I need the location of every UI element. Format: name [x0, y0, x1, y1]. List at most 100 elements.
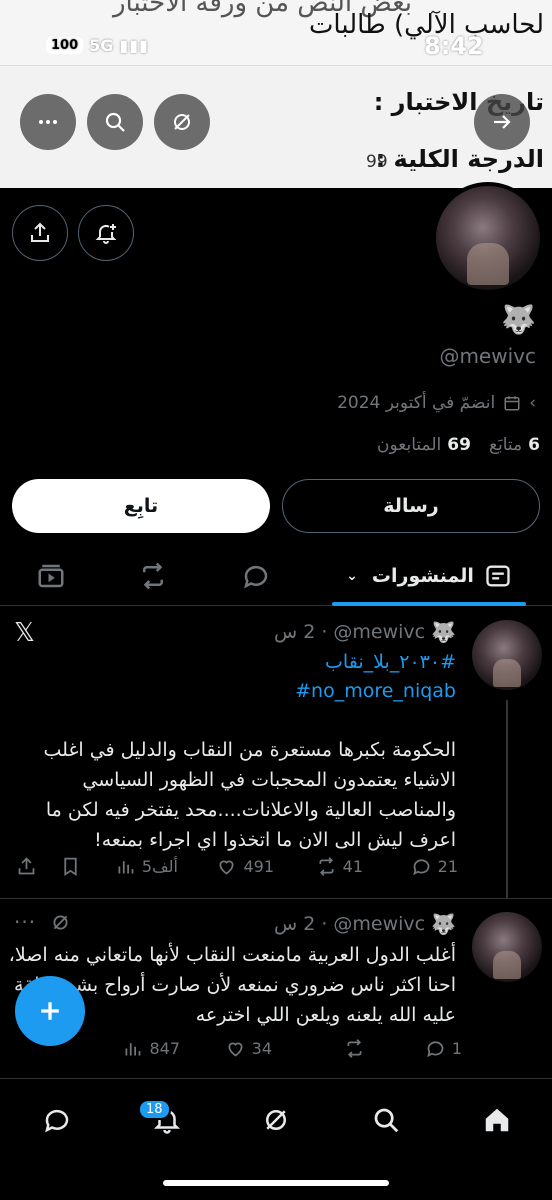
dot-separator: · — [321, 913, 328, 935]
tab-posts[interactable]: المنشورات ⌄ — [332, 545, 526, 606]
more-options-button[interactable] — [20, 94, 76, 150]
video-icon — [38, 564, 64, 588]
grok-icon — [174, 114, 190, 130]
comment-icon — [412, 859, 429, 876]
post-header: 🐺 @mewivc · 2 س — [274, 620, 456, 644]
dot-separator: · — [321, 621, 328, 643]
repost-button[interactable]: 41 — [316, 856, 363, 877]
hashtag-link[interactable]: #no_more_niqab — [295, 680, 456, 702]
chevron-down-icon[interactable]: ⌄ — [346, 568, 358, 584]
grok-explain-button[interactable] — [50, 912, 71, 933]
like-button[interactable]: 491 — [216, 856, 274, 877]
follow-button[interactable]: تابِع — [12, 479, 270, 533]
battery-indicator: 100 — [46, 37, 84, 54]
repost-icon — [347, 1039, 362, 1058]
views-icon — [118, 861, 134, 874]
grok-icon — [53, 915, 68, 930]
home-indicator — [163, 1180, 389, 1186]
tab-replies[interactable] — [241, 561, 271, 591]
share-icon — [31, 222, 49, 242]
post-divider — [0, 898, 552, 899]
signal-icon: ▮▮▮ — [119, 36, 149, 55]
post-author-emoji: 🐺 — [431, 912, 456, 936]
more-dots-icon[interactable]: ··· — [14, 910, 36, 934]
status-time: 8:42 — [424, 32, 484, 60]
notifications-badge: 18 — [138, 1099, 171, 1120]
nav-messages[interactable] — [42, 1105, 72, 1135]
views-button[interactable]: 847 — [122, 1038, 180, 1059]
views-count: 5ألف — [141, 857, 178, 876]
home-icon — [485, 1108, 509, 1132]
heart-icon — [228, 1042, 243, 1057]
like-count: 491 — [243, 857, 274, 876]
grok-button[interactable] — [154, 94, 210, 150]
joined-date: › انضمّ في أكتوبر 2024 — [337, 393, 536, 413]
repost-count: 41 — [342, 857, 363, 876]
repost-button[interactable] — [344, 1038, 365, 1059]
post-author-handle[interactable]: @mewivc — [333, 621, 425, 643]
post-header: 🐺 @mewivc · 2 س — [274, 912, 456, 936]
hashtag-link[interactable]: #٢٠٣٠_بلا_نقاب — [325, 651, 456, 673]
reply-button[interactable]: 1 — [425, 1038, 462, 1059]
arrow-right-icon — [494, 115, 511, 129]
search-icon — [105, 112, 125, 132]
grok-icon — [266, 1110, 286, 1130]
like-button[interactable]: 34 — [225, 1038, 272, 1059]
post-avatar[interactable] — [472, 620, 542, 690]
post-author-handle[interactable]: @mewivc — [333, 913, 425, 935]
chevron-right-icon: › — [529, 393, 536, 413]
more-dots-icon — [39, 120, 57, 124]
notify-subscribe-button[interactable] — [78, 205, 134, 261]
reply-button[interactable]: 21 — [411, 856, 458, 877]
status-indicators: 100 5G ▮▮▮ — [46, 36, 149, 55]
post-time: 2 س — [274, 913, 316, 935]
following-stat[interactable]: 6متابَع — [489, 435, 540, 455]
share-profile-button[interactable] — [12, 205, 68, 261]
reply-count: 1 — [451, 1039, 462, 1058]
profile-banner: بعض النص من ورقة الاختبار لحاسب الآلي) ط… — [0, 0, 552, 188]
profile-avatar[interactable] — [432, 182, 544, 294]
repost-icon — [143, 562, 163, 590]
share-button[interactable] — [16, 856, 37, 877]
posts-icon — [486, 565, 510, 586]
chat-icon — [45, 1109, 69, 1133]
nav-search[interactable] — [371, 1105, 401, 1135]
like-count: 34 — [251, 1039, 272, 1058]
bookmark-icon — [64, 857, 77, 877]
reply-count: 21 — [437, 857, 458, 876]
tab-media[interactable] — [36, 561, 66, 591]
bookmark-button[interactable] — [60, 856, 81, 877]
profile-handle: @mewivc — [439, 344, 536, 368]
post-author-emoji: 🐺 — [431, 620, 456, 644]
search-button[interactable] — [87, 94, 143, 150]
plus-icon — [41, 1002, 59, 1020]
share-icon — [18, 857, 35, 875]
bell-plus-icon — [95, 224, 117, 244]
post-text: الحكومة بكبرها مستعرة من النقاب والدليل … — [43, 739, 457, 851]
post-avatar[interactable] — [472, 912, 542, 982]
tab-posts-label: المنشورات — [371, 564, 474, 587]
message-button[interactable]: رسالة — [282, 479, 540, 533]
views-button[interactable]: 5ألف — [115, 856, 178, 877]
calendar-icon — [504, 396, 520, 411]
banner-line-grade: الدرجة الكلية : — [375, 145, 544, 173]
follow-stats: 6متابَع 69المتابعون — [377, 435, 540, 455]
tab-reposts[interactable] — [138, 561, 168, 591]
following-label: متابَع — [488, 435, 523, 455]
display-name-emoji: 🐺 — [501, 303, 536, 336]
joined-label: انضمّ في أكتوبر 2024 — [337, 393, 496, 413]
comment-icon — [244, 565, 268, 589]
repost-icon — [319, 857, 334, 876]
back-button[interactable] — [474, 94, 530, 150]
followers-stat[interactable]: 69المتابعون — [377, 435, 471, 455]
following-count: 6 — [528, 435, 540, 455]
nav-grok[interactable] — [261, 1105, 291, 1135]
compose-post-button[interactable] — [15, 976, 85, 1046]
thread-line — [506, 700, 508, 898]
active-tab-indicator — [332, 602, 526, 606]
banner-score: 99 — [366, 152, 388, 172]
nav-home[interactable] — [482, 1105, 512, 1135]
x-logo-icon: 𝕏 — [14, 618, 35, 648]
comment-icon — [427, 1041, 444, 1058]
views-count: 847 — [149, 1039, 180, 1058]
